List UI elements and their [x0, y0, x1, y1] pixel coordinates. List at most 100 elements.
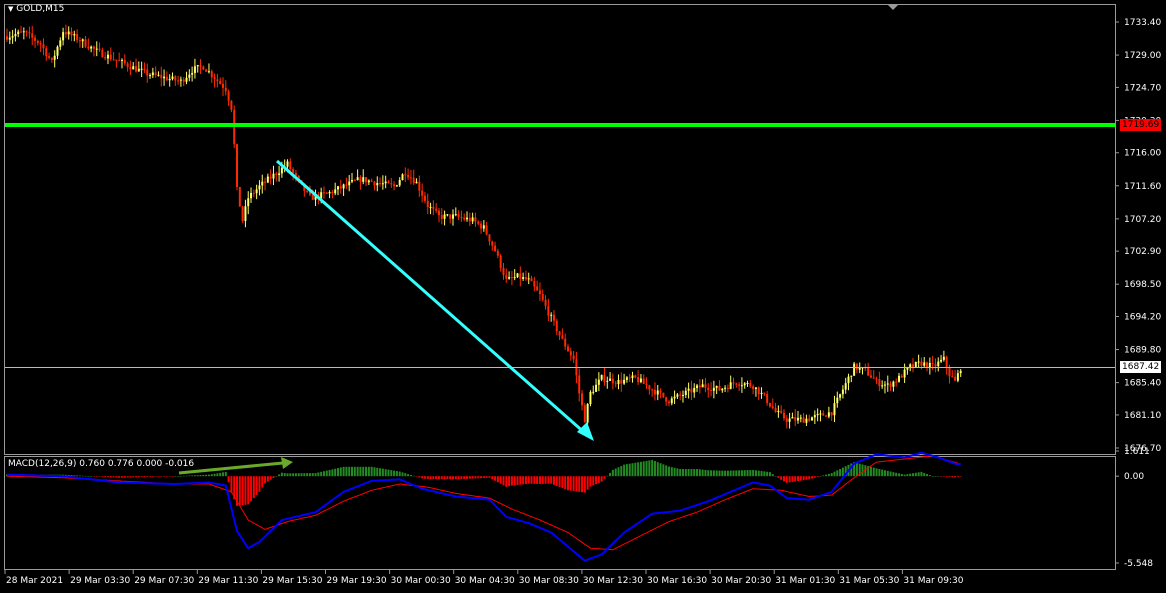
candle-body	[6, 36, 8, 40]
macd-histogram-bar	[460, 476, 463, 480]
macd-histogram-bar	[359, 466, 362, 477]
macd-histogram-bar	[794, 476, 797, 482]
candle-body	[494, 245, 497, 252]
candle-body	[348, 181, 351, 186]
candle-body	[480, 223, 483, 229]
candle-body	[177, 80, 180, 82]
candle-body	[496, 251, 499, 256]
candle-body	[39, 43, 42, 45]
macd-histogram-bar	[637, 462, 640, 477]
macd-histogram-bar	[519, 476, 522, 485]
candle-body	[454, 214, 457, 216]
candle-body	[620, 380, 623, 384]
candle-body	[78, 40, 81, 42]
macd-histogram-bar	[628, 463, 631, 477]
macd-tick-label: -5.548	[1124, 559, 1153, 569]
chart-canvas[interactable]: 1733.401729.001724.701720.301716.001711.…	[0, 0, 1166, 593]
macd-histogram-bar	[813, 476, 816, 478]
macd-histogram-bar	[300, 473, 303, 477]
macd-tick-label: 1.611	[1124, 447, 1150, 457]
macd-histogram-bar	[443, 476, 446, 480]
macd-histogram-bar	[656, 462, 659, 477]
macd-histogram-bar	[892, 472, 895, 477]
candle-body	[524, 277, 527, 280]
chart-window[interactable]: 1733.401729.001724.701720.301716.001711.…	[0, 0, 1166, 593]
macd-histogram-bar	[480, 476, 483, 479]
candle-body	[488, 234, 491, 242]
macd-histogram-bar	[914, 472, 917, 477]
candle-body	[398, 180, 401, 186]
macd-histogram-bar	[533, 476, 536, 484]
price-tick-label: 1707.20	[1124, 215, 1161, 225]
macd-histogram-bar	[292, 473, 295, 477]
candle-body	[867, 368, 870, 376]
candle-body	[942, 356, 945, 360]
candle-body	[948, 367, 951, 377]
macd-histogram-bar	[90, 476, 93, 477]
candle-body	[289, 161, 292, 170]
macd-histogram-bar	[334, 468, 337, 477]
candle-body	[401, 174, 404, 181]
candle-body	[505, 274, 508, 279]
candle-body	[687, 388, 690, 391]
candle-body	[137, 68, 140, 72]
scroll-marker-icon[interactable]	[888, 5, 898, 10]
macd-histogram-bar	[757, 470, 760, 477]
macd-histogram-bar	[889, 471, 892, 477]
candle-body	[238, 186, 241, 207]
price-tick-label: 1733.40	[1124, 18, 1161, 28]
macd-divergence-arrow[interactable]	[178, 457, 293, 475]
candle-body	[522, 277, 525, 279]
candle-body	[64, 32, 67, 35]
candle-body	[146, 69, 149, 76]
candle-body	[104, 57, 107, 59]
chart-title[interactable]: ▼ GOLD,M15	[8, 4, 64, 14]
candle-body	[892, 381, 895, 387]
candle-body	[766, 393, 769, 403]
macd-histogram-bar	[365, 466, 368, 477]
macd-histogram-bar	[839, 468, 842, 477]
macd-histogram-bar	[129, 476, 132, 478]
macd-histogram-bar	[662, 464, 665, 477]
candle-body	[351, 180, 354, 182]
macd-histogram-bar	[906, 474, 909, 477]
price-tick-label: 1716.00	[1124, 149, 1161, 159]
candle-body	[606, 380, 609, 382]
candle-body	[230, 100, 233, 110]
candle-body	[193, 66, 196, 73]
time-tick-label: 30 Mar 04:30	[455, 576, 515, 586]
macd-histogram-bar	[395, 471, 398, 477]
candle-body	[844, 383, 847, 390]
candle-body	[847, 376, 850, 384]
macd-histogram-bar	[294, 473, 297, 477]
macd-histogram-bar	[336, 468, 339, 477]
candle-body	[154, 72, 157, 75]
candle-body	[623, 379, 626, 384]
candle-body	[106, 54, 109, 59]
candle-body	[109, 54, 112, 60]
macd-histogram-bar	[123, 476, 126, 478]
macd-histogram-bar	[109, 476, 112, 478]
candle-body	[909, 364, 912, 368]
candle-body	[698, 385, 701, 388]
macd-histogram-bar	[367, 466, 370, 477]
candle-body	[802, 417, 805, 423]
candle-body	[808, 418, 811, 421]
macd-histogram-bar	[317, 472, 320, 477]
macd-histogram-bar	[168, 476, 171, 477]
macd-histogram-bar	[73, 475, 76, 477]
candle-body	[791, 417, 794, 419]
macd-histogram-bar	[701, 469, 704, 477]
candle-body	[923, 362, 926, 366]
macd-histogram-bar	[696, 469, 699, 477]
macd-histogram-bar	[250, 476, 253, 502]
candle-body	[552, 314, 555, 321]
macd-histogram-bar	[909, 473, 912, 477]
triangle-down-icon[interactable]: ▼	[8, 5, 13, 13]
macd-histogram-bar	[934, 476, 937, 477]
macd-signal-line	[6, 455, 961, 551]
macd-histogram-bar	[948, 476, 951, 478]
candle-body	[379, 182, 382, 184]
macd-histogram-bar	[325, 470, 328, 477]
macd-histogram-bar	[135, 476, 138, 478]
